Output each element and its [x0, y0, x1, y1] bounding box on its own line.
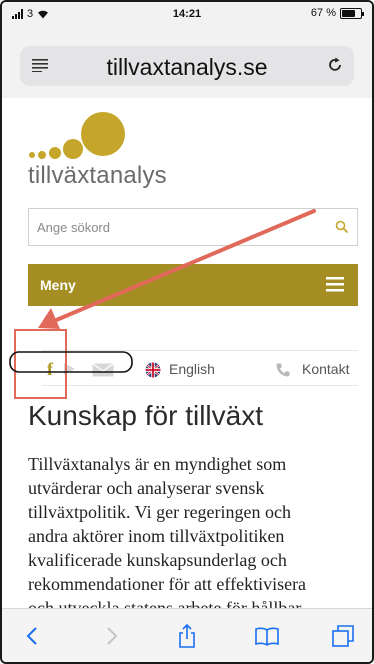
intro-line: utvärderar och analyserar svensk [28, 478, 265, 498]
logo-dot-3 [49, 147, 61, 159]
search-box[interactable] [28, 208, 358, 246]
battery-icon [340, 7, 364, 19]
uk-flag-icon[interactable] [145, 362, 161, 378]
forward-icon[interactable] [98, 623, 124, 649]
address-bar[interactable]: tillvaxtanalys.se [20, 46, 354, 86]
browser-toolbar [2, 608, 372, 662]
logo-dot-2 [38, 151, 46, 159]
utility-links-row: f English Kontakt [42, 350, 358, 386]
status-bar: 3 14:21 67 % [2, 2, 372, 28]
back-icon[interactable] [20, 623, 46, 649]
intro-line: Tillväxtanalys är en myndighet som [28, 454, 287, 474]
share-icon[interactable] [174, 623, 200, 649]
intro-line: kvalificerade kunskapsunderlag och [28, 550, 287, 570]
web-page: tillväxtanalys Meny f [2, 98, 372, 612]
page-headline: Kunskap för tillväxt [28, 400, 263, 431]
menu-label: Meny [40, 277, 76, 293]
kontakt-link[interactable]: Kontakt [302, 361, 349, 377]
facebook-icon[interactable]: f [47, 359, 53, 380]
intro-line: andra aktörer inom tillväxtpolitiken [28, 526, 285, 546]
phone-icon[interactable] [275, 362, 291, 378]
logo-dot-5 [81, 112, 125, 156]
youtube-icon[interactable] [62, 362, 76, 376]
logo-dot-1 [29, 152, 35, 158]
browser-address-area: tillvaxtanalys.se [2, 28, 372, 98]
reload-icon[interactable] [326, 56, 344, 74]
search-icon[interactable] [335, 220, 349, 234]
mail-icon[interactable] [92, 363, 114, 377]
status-right: 67 % [310, 7, 364, 19]
tabs-icon[interactable] [330, 623, 356, 649]
url-text[interactable]: tillvaxtanalys.se [20, 54, 354, 81]
search-input[interactable] [37, 209, 317, 245]
menu-button[interactable]: Meny [28, 264, 358, 306]
logo-text[interactable]: tillväxtanalys [28, 162, 167, 190]
intro-paragraph: Tillväxtanalys är en myndighet som utvär… [28, 452, 348, 612]
intro-line: rekommendationer för att effektivisera [28, 574, 307, 594]
battery-fill [342, 9, 356, 17]
hamburger-icon [326, 277, 344, 292]
logo-dot-4 [63, 139, 83, 159]
phone-screen: 3 14:21 67 % tillvaxtanalys.se tillväxta… [0, 0, 374, 664]
bookmarks-icon[interactable] [254, 623, 280, 649]
english-link[interactable]: English [169, 361, 215, 377]
battery-percent: 67 % [310, 7, 336, 19]
intro-line: tillväxtpolitik. Vi ger regeringen och [28, 502, 292, 522]
